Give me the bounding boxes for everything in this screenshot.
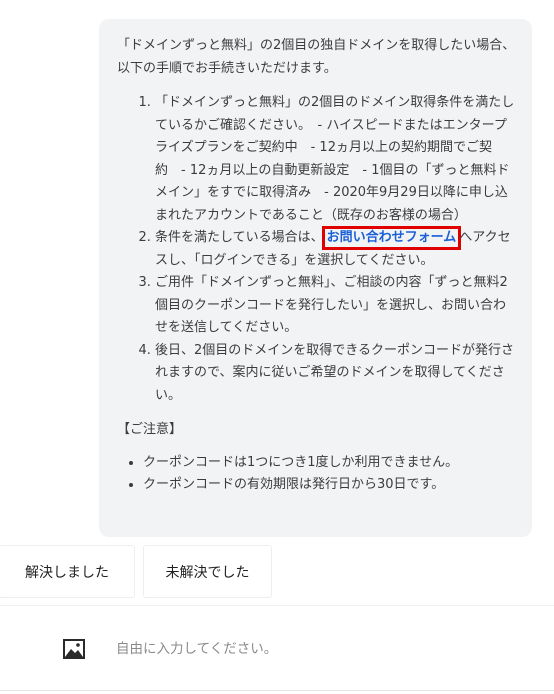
- resolved-button[interactable]: 解決しました: [0, 545, 135, 598]
- feedback-buttons: 解決しました 未解決でした: [0, 545, 272, 598]
- step-item: ご用件「ドメインずっと無料」、ご相談の内容「ずっと無料2個目のクーポンコードを発…: [155, 272, 518, 340]
- note-item: クーポンコードは1つにつき1度しか利用できません。: [143, 452, 518, 475]
- step-item: 後日、2個目のドメインを取得できるクーポンコードが発行されますので、案内に従いご…: [155, 340, 518, 408]
- note-item: クーポンコードの有効期限は発行日から30日です。: [143, 474, 518, 497]
- message-intro: 「ドメインずっと無料」の2個目の独自ドメインを取得したい場合、以下の手順でお手続…: [117, 38, 516, 76]
- notes-list: クーポンコードは1つにつき1度しか利用できません。 クーポンコードの有効期限は発…: [117, 452, 518, 497]
- divider: [0, 605, 554, 606]
- step-text-before: 条件を満たしている場合は、: [155, 230, 324, 245]
- message-composer: [0, 626, 554, 674]
- steps-list: 「ドメインずっと無料」の2個目のドメイン取得条件を満たしているかご確認ください。…: [117, 92, 518, 407]
- divider: [0, 690, 554, 691]
- image-icon[interactable]: [62, 638, 86, 660]
- unresolved-button[interactable]: 未解決でした: [143, 545, 272, 598]
- notes-title: 【ご注意】: [117, 422, 183, 437]
- message-input[interactable]: [116, 634, 516, 664]
- bot-message-bubble: 「ドメインずっと無料」の2個目の独自ドメインを取得したい場合、以下の手順でお手続…: [99, 19, 532, 537]
- step-text: ご用件「ドメインずっと無料」、ご相談の内容「ずっと無料2個目のクーポンコードを発…: [155, 275, 508, 335]
- step-text: 後日、2個目のドメインを取得できるクーポンコードが発行されますので、案内に従いご…: [155, 342, 515, 403]
- step-item: 「ドメインずっと無料」の2個目のドメイン取得条件を満たしているかご確認ください。…: [155, 92, 518, 227]
- step-text: 「ドメインずっと無料」の2個目のドメイン取得条件を満たしているかご確認ください。…: [155, 95, 515, 223]
- link-highlight-box: お問い合わせフォーム: [321, 226, 462, 250]
- step-item: 条件を満たしている場合は、お問い合わせフォームへアクセスし、「ログインできる」を…: [155, 226, 518, 272]
- contact-form-link[interactable]: お問い合わせフォーム: [327, 230, 457, 245]
